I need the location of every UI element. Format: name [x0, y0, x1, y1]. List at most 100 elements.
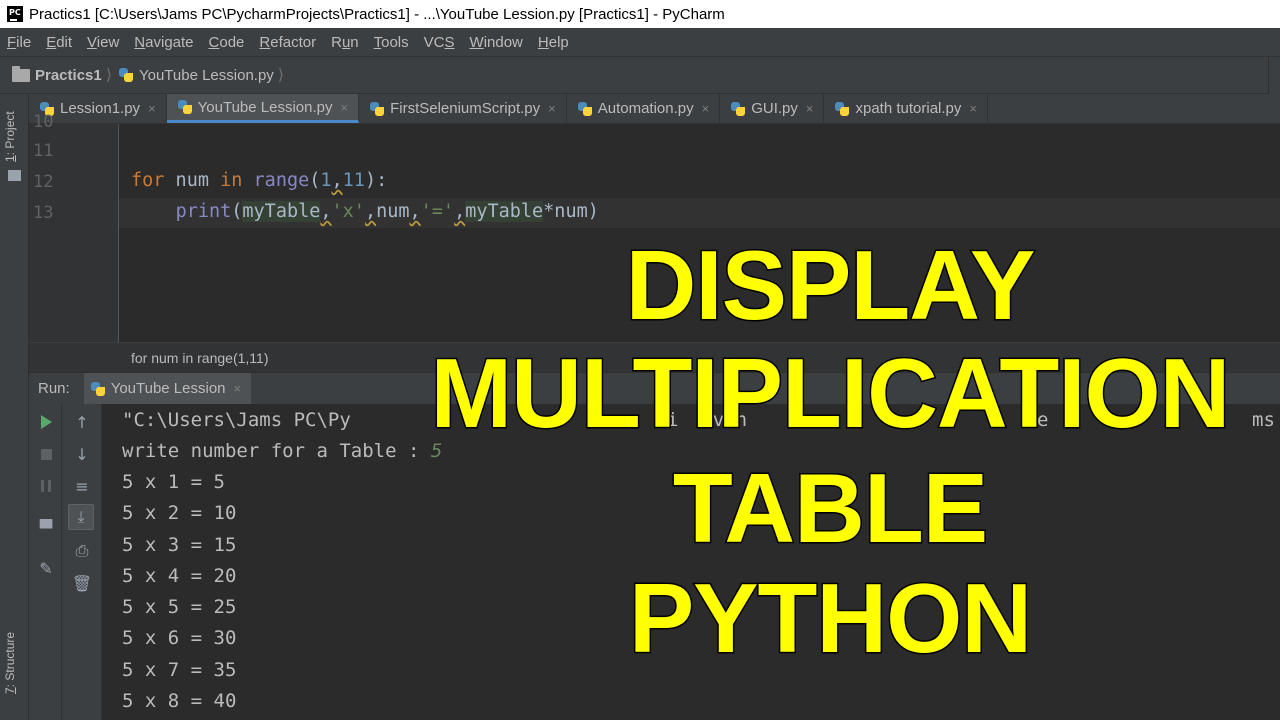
menu-item-mnemonic: W: [469, 33, 484, 51]
expression-token: *num): [543, 201, 599, 222]
arrow-up-icon: ↑: [75, 412, 89, 432]
menu-item-mnemonic: H: [537, 33, 549, 51]
identifier-token: myTable: [465, 201, 544, 222]
editor-tab[interactable]: xpath tutorial.py ×: [824, 94, 988, 123]
project-tab-label: : Project: [3, 111, 17, 156]
menu-item[interactable]: VCS: [424, 34, 455, 51]
window-title: Practics1 [C:\Users\Jams PC\PycharmProje…: [29, 5, 725, 23]
python-file-icon: [369, 101, 385, 117]
indent-token: [131, 201, 176, 222]
menu-item-mnemonic: E: [46, 33, 57, 51]
menu-item-rest: ools: [381, 33, 409, 51]
pause-button[interactable]: [33, 473, 59, 499]
menu-item-mnemonic: V: [87, 33, 97, 51]
layout-button[interactable]: ▀: [33, 515, 59, 541]
pin-button[interactable]: ✎: [33, 555, 59, 581]
scroll-up-button[interactable]: ↑: [69, 409, 95, 435]
headline-line-3: TABLE: [671, 453, 989, 563]
menu-item[interactable]: Navigate: [134, 34, 193, 51]
menu-item-mnemonic: T: [373, 33, 382, 51]
menu-item[interactable]: Refactor: [259, 34, 316, 51]
menu-item-rest: ile: [16, 33, 32, 51]
line-number: 11: [33, 141, 54, 161]
editor-tab-label: Automation.py: [597, 100, 694, 117]
window-title-bar: PC Practics1 [C:\Users\Jams PC\PycharmPr…: [0, 0, 1280, 28]
scroll-down-button[interactable]: ↓: [69, 441, 95, 467]
menu-item-mnemonic: F: [7, 33, 17, 51]
comma-token: ,: [364, 201, 377, 222]
string-token: 'x': [331, 201, 365, 222]
editor-tab-label: GUI.py: [751, 100, 798, 117]
close-icon[interactable]: ×: [148, 101, 156, 116]
rerun-button[interactable]: [33, 409, 59, 435]
python-run-icon: [90, 381, 106, 397]
print-button[interactable]: ⎙: [69, 538, 95, 564]
menu-item-rest: indow: [483, 33, 523, 51]
menu-item[interactable]: Help: [538, 34, 569, 51]
menu-item-mnemonic: S: [444, 33, 455, 51]
menu-item[interactable]: View: [87, 34, 119, 51]
editor-tab[interactable]: YouTube Lession.py ×: [166, 94, 360, 123]
menu-item-rest: iew: [96, 33, 120, 51]
console-line: 5 x 1 = 5: [122, 471, 225, 493]
python-file-icon: [177, 99, 193, 115]
close-icon[interactable]: ×: [340, 100, 348, 115]
menu-item-mnemonic: C: [208, 33, 220, 51]
logo-text: PC: [9, 8, 21, 17]
menu-item[interactable]: Tools: [374, 34, 409, 51]
layout-icon: ▀: [39, 518, 53, 538]
close-icon[interactable]: ×: [969, 101, 977, 116]
menu-item-prefix: R: [331, 33, 342, 51]
navigation-bar: Practics1 ⟩ YouTube Lession.py ⟩: [0, 56, 1280, 95]
builtin-token: print: [175, 201, 232, 222]
close-icon[interactable]: ×: [806, 101, 814, 116]
run-tab-label: YouTube Lession: [110, 380, 226, 397]
breadcrumb-file[interactable]: YouTube Lession.py: [139, 67, 274, 84]
pin-icon: ✎: [39, 558, 53, 578]
menu-item-rest: n: [350, 33, 359, 51]
line-number-gutter: 10 11 12 13: [29, 112, 119, 342]
soft-wrap-button[interactable]: ≡: [69, 473, 95, 499]
comma-token: ,: [454, 201, 466, 222]
string-token: '=': [420, 201, 455, 222]
menu-item-rest: dit: [56, 33, 73, 51]
tool-window-project[interactable]: 1: Project: [3, 111, 17, 162]
chevron-right-icon: ⟩: [105, 67, 112, 84]
menu-item[interactable]: Run: [331, 34, 359, 51]
breadcrumb-scope[interactable]: for num in range(1,11): [131, 350, 268, 366]
chevron-right-icon: ⟩: [277, 67, 285, 84]
stop-button[interactable]: [33, 441, 59, 467]
paren-token: (: [231, 201, 243, 222]
run-toolbar-primary: ▀ ✎: [29, 404, 62, 720]
console-line: 5 x 8 = 40: [122, 690, 237, 712]
editor-tab[interactable]: FirstSeleniumScript.py ×: [359, 94, 567, 123]
comma-token: ,: [320, 201, 332, 222]
menu-item-mnemonic: R: [259, 33, 271, 51]
structure-tab-number: 7: [3, 687, 17, 694]
editor-tab[interactable]: GUI.py ×: [720, 94, 825, 123]
clear-all-button[interactable]: 🗑: [69, 570, 95, 596]
menu-item-rest: avigate: [145, 33, 194, 51]
run-tab[interactable]: YouTube Lession ×: [83, 372, 252, 405]
identifier-token: num: [376, 201, 410, 222]
line-number: 10: [33, 112, 54, 132]
menu-item[interactable]: Code: [209, 34, 245, 51]
paren-token: (: [309, 170, 321, 191]
run-toolbar-secondary: ↑ ↓ ≡ ⤓ ⎙ 🗑: [62, 404, 102, 720]
menu-item[interactable]: Edit: [46, 34, 72, 51]
menu-item-mnemonic: N: [134, 33, 146, 51]
printer-icon: ⎙: [75, 541, 89, 560]
breadcrumb-project[interactable]: Practics1: [35, 67, 102, 84]
editor-tab[interactable]: Automation.py ×: [567, 94, 721, 123]
menu-item[interactable]: Window: [470, 34, 523, 51]
close-icon[interactable]: ×: [234, 381, 242, 396]
python-file-icon: [730, 101, 746, 117]
scroll-to-end-button[interactable]: ⤓: [68, 504, 94, 530]
close-icon[interactable]: ×: [702, 101, 710, 116]
tool-window-structure[interactable]: 7: Structure: [3, 632, 17, 694]
console-line: 5 x 6 = 30: [122, 627, 237, 649]
menu-item-prefix: VC: [423, 33, 445, 51]
line-number: 13: [33, 203, 54, 223]
menu-item[interactable]: File: [7, 34, 31, 51]
close-icon[interactable]: ×: [548, 101, 556, 116]
